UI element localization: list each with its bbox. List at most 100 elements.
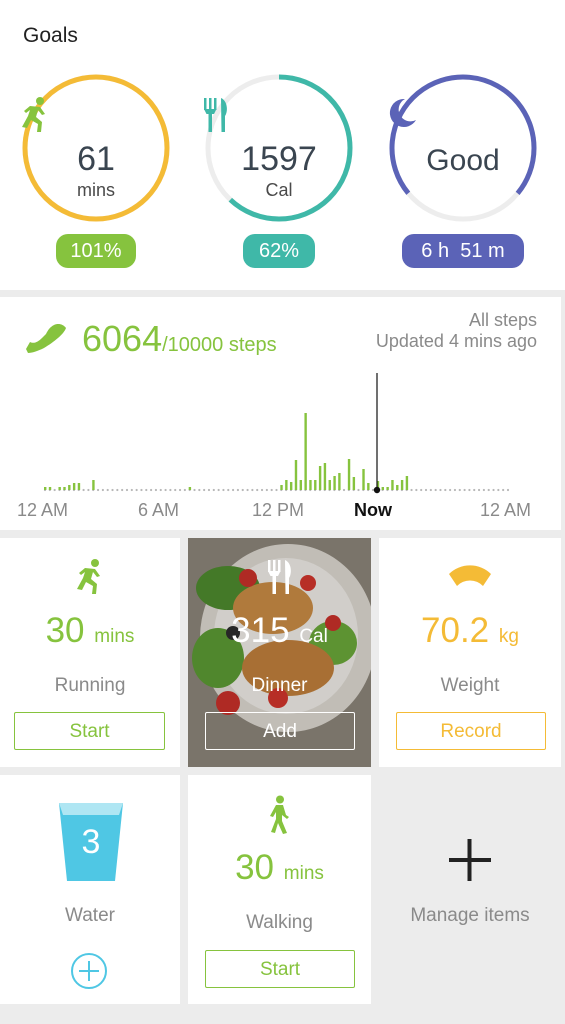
baseline-dot	[458, 488, 461, 492]
weight-value-number: 70.2	[421, 611, 490, 650]
baseline-dot	[111, 488, 114, 492]
baseline-dot	[502, 488, 505, 492]
dinner-add-button[interactable]: Add	[205, 712, 355, 750]
sleep-goal-ring[interactable]: Good	[385, 70, 541, 226]
baseline-dot	[468, 488, 471, 492]
steps-bar	[338, 473, 341, 490]
axis-label-12pm: 12 PM	[252, 500, 305, 520]
baseline-dot	[183, 488, 186, 492]
running-tile[interactable]: 30 mins Running Start	[0, 538, 180, 767]
baseline-dot	[116, 488, 119, 492]
steps-bar	[328, 480, 331, 490]
add-water-icon[interactable]	[70, 952, 108, 995]
steps-bar	[386, 487, 389, 490]
baseline-dot	[256, 488, 259, 492]
steps-bar	[44, 487, 47, 490]
baseline-dot	[150, 488, 153, 492]
steps-bar	[352, 477, 356, 490]
steps-bar	[68, 485, 71, 490]
baseline-dot	[424, 488, 428, 492]
calories-goal-ring[interactable]: 1597 Cal	[201, 70, 357, 226]
baseline-dot	[439, 488, 442, 492]
weight-value: 70.2 kg	[379, 611, 561, 651]
running-start-button[interactable]: Start	[14, 712, 165, 750]
steps-bar	[367, 483, 370, 490]
baseline-dot	[193, 488, 196, 492]
walking-label: Walking	[246, 912, 313, 933]
axis-label-12am-end: 12 AM	[480, 500, 532, 520]
weight-tile[interactable]: 70.2 kg Weight Record	[379, 538, 561, 767]
steps-bar	[188, 487, 192, 490]
walking-icon	[267, 795, 293, 840]
calories-unit: Cal	[265, 180, 293, 200]
steps-bar	[58, 487, 61, 490]
baseline-dot	[487, 488, 490, 492]
baseline-dot	[275, 488, 278, 492]
steps-bar	[63, 487, 66, 490]
baseline-dot	[482, 488, 485, 492]
baseline-dot	[492, 488, 495, 492]
baseline-dot	[371, 488, 375, 492]
baseline-dot	[342, 488, 346, 492]
water-tile[interactable]: 3 Water	[0, 775, 180, 1004]
steps-bar	[92, 480, 95, 490]
fork-knife-icon	[265, 558, 295, 601]
running-value: 30 mins	[0, 611, 180, 651]
steps-meta: All steps Updated 4 mins ago	[376, 310, 537, 352]
weight-label: Weight	[440, 675, 500, 696]
walking-value-unit: mins	[283, 863, 324, 884]
sleep-value: Good	[426, 144, 500, 177]
water-count: 3	[81, 823, 101, 861]
baseline-dot	[135, 488, 138, 492]
baseline-dot	[178, 488, 182, 492]
steps-bar	[48, 487, 52, 490]
steps-goal: /10000 steps	[162, 334, 277, 356]
baseline-dot	[420, 488, 423, 492]
steps-filter[interactable]: All steps	[376, 310, 537, 331]
baseline-dot	[82, 488, 85, 492]
steps-bar	[333, 476, 336, 490]
steps-bar	[72, 483, 76, 490]
steps-bar	[396, 485, 399, 490]
steps-bar	[362, 469, 365, 490]
activity-goal-ring[interactable]: 61 mins	[18, 70, 174, 226]
baseline-dot	[140, 488, 143, 492]
steps-bar	[391, 480, 394, 490]
baseline-dot	[164, 488, 167, 492]
baseline-dot	[154, 488, 158, 492]
baseline-dot	[217, 488, 220, 492]
manage-items-tile[interactable]: Manage items	[379, 775, 561, 1004]
baseline-dot	[121, 488, 124, 492]
dinner-tile[interactable]: 315 Cal Dinner Add	[188, 538, 371, 767]
dinner-value: 315 Cal	[188, 611, 371, 651]
steps-updated: Updated 4 mins ago	[375, 331, 537, 351]
steps-bar	[318, 466, 322, 490]
shoe-icon	[24, 322, 68, 359]
now-marker-dot	[373, 486, 381, 494]
walking-tile[interactable]: 30 mins Walking Start	[188, 775, 371, 1004]
baseline-dot	[473, 488, 476, 492]
baseline-dot	[207, 488, 211, 492]
baseline-dot	[198, 488, 201, 492]
weight-record-button[interactable]: Record	[396, 712, 546, 750]
running-value-unit: mins	[94, 626, 135, 647]
baseline-dot	[444, 488, 447, 492]
walking-value-number: 30	[235, 848, 275, 887]
walking-start-button[interactable]: Start	[205, 950, 355, 988]
baseline-dot	[265, 488, 268, 492]
baseline-dot	[130, 488, 133, 492]
baseline-dot	[251, 488, 254, 492]
steps-bar	[77, 483, 81, 490]
baseline-dot	[106, 488, 109, 492]
baseline-dot	[96, 488, 100, 492]
baseline-dot	[415, 488, 418, 492]
baseline-dot	[463, 488, 466, 492]
dinner-value-unit: Cal	[299, 626, 328, 647]
axis-label-now: Now	[354, 500, 392, 520]
running-label: Running	[54, 675, 126, 696]
steps-bar	[400, 480, 404, 490]
baseline-dot	[159, 488, 162, 492]
baseline-dot	[101, 488, 104, 492]
baseline-dot	[246, 488, 249, 492]
walking-value: 30 mins	[188, 848, 371, 888]
